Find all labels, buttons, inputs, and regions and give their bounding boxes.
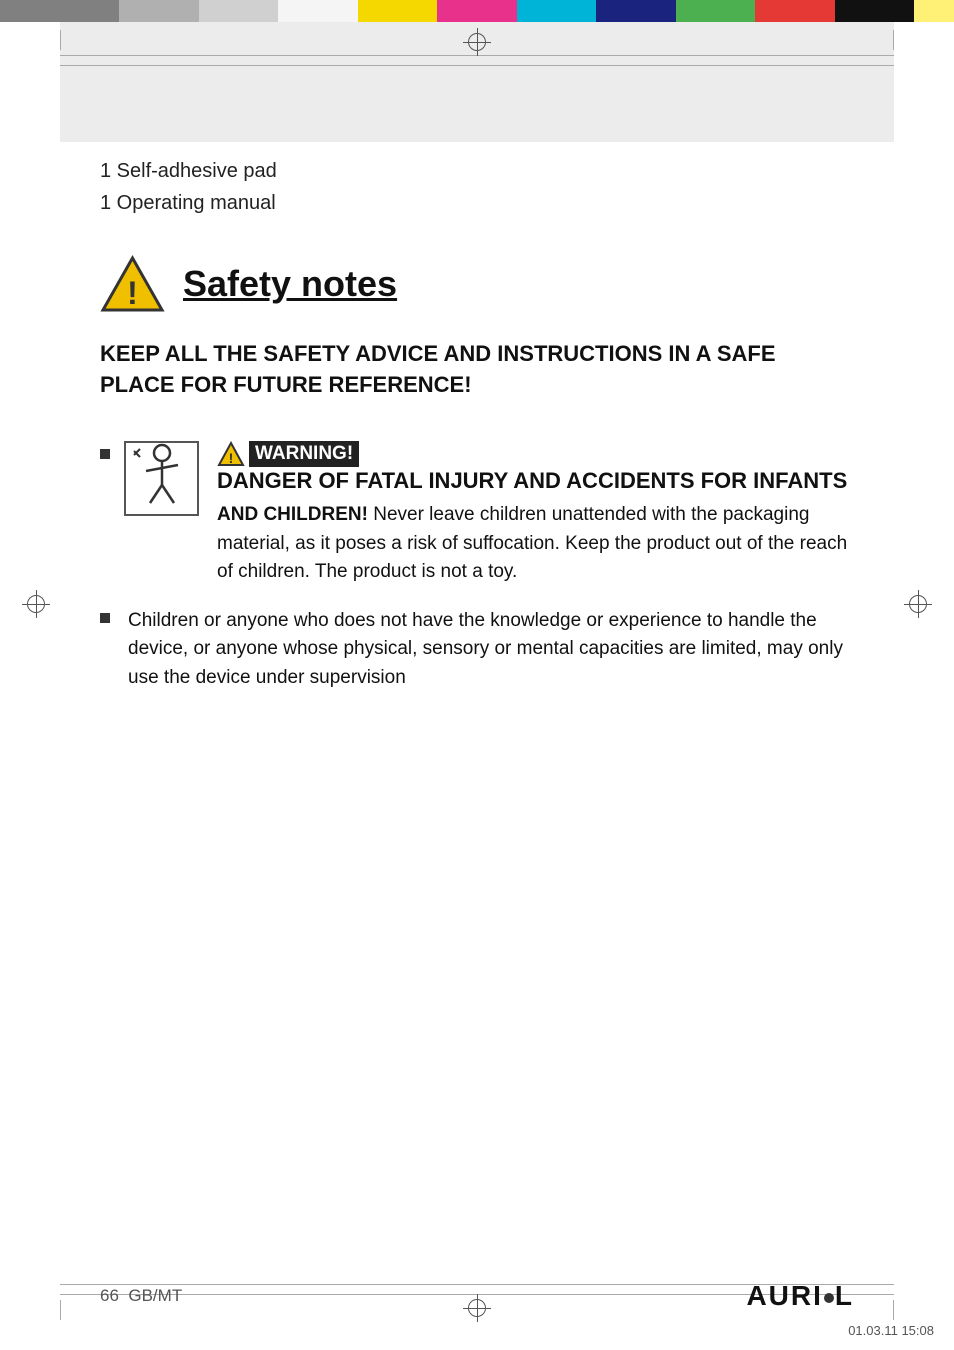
color-cyan: [517, 0, 597, 22]
warning-title-line: ! WARNING! DANGER OF FATAL INJURY AND AC…: [217, 441, 854, 496]
border-right-bottom: [893, 1300, 894, 1320]
border-left-top: [60, 30, 61, 50]
crosshair-left-mid: [22, 590, 50, 618]
color-gray2: [119, 0, 199, 22]
svg-text:!: !: [127, 275, 138, 311]
items-list: 1 Self-adhesive pad 1 Operating manual: [100, 155, 854, 219]
child-figure-icon: [132, 443, 192, 513]
warning-triangle-icon: !: [100, 254, 165, 314]
color-navy: [596, 0, 676, 22]
footer-page-number: 66: [100, 1286, 119, 1305]
border-top-2: [60, 65, 894, 66]
footer-brand: AURIL: [746, 1280, 854, 1312]
main-content: 1 Self-adhesive pad 1 Operating manual !…: [100, 155, 854, 717]
warning-text-block: ! WARNING! DANGER OF FATAL INJURY AND AC…: [217, 441, 854, 587]
brand-dot-icon: [824, 1293, 834, 1303]
color-green: [676, 0, 756, 22]
safety-notes-header: ! Safety notes: [100, 254, 854, 314]
color-gray1: [0, 0, 119, 22]
footer: 66 GB/MT AURIL: [100, 1280, 854, 1312]
color-gray3: [199, 0, 279, 22]
color-lightyellow: [914, 0, 954, 22]
child-icon: [124, 441, 199, 516]
svg-text:!: !: [229, 450, 234, 466]
bullet-text-2: Children or anyone who does not have the…: [128, 607, 854, 693]
warning-body-text: AND CHILDREN! Never leave children unatt…: [217, 501, 854, 587]
warning-children-strong: AND CHILDREN!: [217, 504, 368, 525]
color-pink: [437, 0, 517, 22]
warning-danger-text: DANGER OF FATAL INJURY AND ACCIDENTS FOR…: [217, 467, 847, 496]
warning-label: WARNING!: [249, 441, 359, 467]
footer-page-lang: 66 GB/MT: [100, 1286, 182, 1306]
crosshair-right-mid: [904, 590, 932, 618]
top-color-bar: [0, 0, 954, 22]
bullet-list: ! WARNING! DANGER OF FATAL INJURY AND AC…: [100, 441, 854, 693]
border-left-bottom: [60, 1300, 61, 1320]
color-red: [755, 0, 835, 22]
crosshair-top-center: [463, 28, 491, 56]
item-2: 1 Operating manual: [100, 187, 854, 219]
bullet-square-1: [100, 449, 110, 459]
warning-item-1: ! WARNING! DANGER OF FATAL INJURY AND AC…: [100, 441, 854, 587]
color-black: [835, 0, 915, 22]
warn-triangle-small-icon: !: [217, 441, 245, 467]
item-1: 1 Self-adhesive pad: [100, 155, 854, 187]
border-right-top: [893, 30, 894, 50]
safety-advice-text: KEEP ALL THE SAFETY ADVICE AND INSTRUCTI…: [100, 339, 854, 401]
safety-notes-title: Safety notes: [183, 263, 397, 305]
bullet-item-2: Children or anyone who does not have the…: [100, 607, 854, 693]
bullet-square-2: [100, 613, 110, 623]
color-white: [278, 0, 358, 22]
footer-lang: GB/MT: [128, 1286, 182, 1305]
timestamp: 01.03.11 15:08: [848, 1323, 934, 1338]
color-yellow: [358, 0, 438, 22]
